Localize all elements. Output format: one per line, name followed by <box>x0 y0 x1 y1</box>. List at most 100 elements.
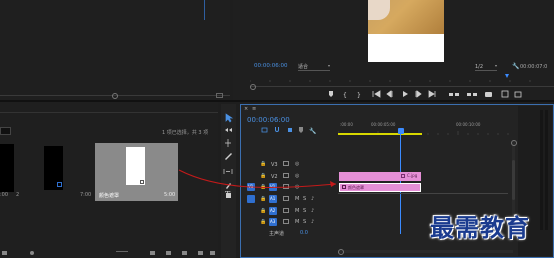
ruler-label-10: 00:00:10:00 <box>456 122 481 127</box>
sync-icon[interactable] <box>283 196 289 201</box>
chevron-down-icon: ▾ <box>494 63 497 68</box>
timeline-tool-icons: 🔧 <box>261 127 316 134</box>
fit-dropdown[interactable]: 适合 ▾ <box>298 63 330 71</box>
sync-icon[interactable] <box>283 219 289 224</box>
track-label-a3-text: A3 <box>270 219 276 224</box>
program-end-timecode: 00:00:07:0 <box>520 64 548 70</box>
thumb-3-badge-icon <box>140 180 144 184</box>
solo-button[interactable]: S <box>303 219 306 225</box>
zoom-dropdown[interactable]: 1/2 ▾ <box>475 63 497 71</box>
project-search-input[interactable] <box>0 127 11 135</box>
watermark: 最需教育 <box>430 213 530 242</box>
button-editor-icon <box>501 90 509 98</box>
transport-controls: { } <box>325 90 525 98</box>
sync-icon[interactable] <box>283 208 289 213</box>
master-value[interactable]: 0.0 <box>300 230 308 236</box>
clip-v1-label: 颜色遮罩 <box>348 185 364 190</box>
solo-button[interactable]: S <box>303 196 306 202</box>
lock-icon[interactable]: 🔒 <box>260 219 266 225</box>
project-thumb-1[interactable] <box>0 144 14 192</box>
razor-icon <box>225 153 232 160</box>
fit-label: 适合 <box>298 64 309 70</box>
drag-arrow-path <box>178 169 337 188</box>
clip-v1[interactable]: 颜色遮罩 <box>339 183 421 192</box>
mic-icon[interactable]: ♪ <box>311 208 314 214</box>
step-back-icon <box>386 90 393 98</box>
lock-icon[interactable]: 🔒 <box>260 208 266 214</box>
source-monitor-scrub-handle[interactable] <box>112 93 118 99</box>
step-forward-icon <box>415 90 422 98</box>
timeline-horizontal-scrollbar[interactable] <box>338 250 513 253</box>
audio-meter-left <box>540 110 543 230</box>
thumb-1-number: 2 <box>16 192 20 198</box>
program-ruler[interactable] <box>250 74 554 82</box>
mic-icon[interactable]: ♪ <box>311 219 314 225</box>
timeline-vscroll-handle-top[interactable] <box>511 140 517 146</box>
thumb-2-badge-icon <box>57 182 62 187</box>
chevron-down-icon: ▾ <box>327 63 330 68</box>
ruler-label-5: 00:00:05:00 <box>371 122 396 127</box>
camera-icon <box>485 92 492 97</box>
track-row-master: 主声道 0.0 <box>245 228 337 238</box>
export-frame-icon <box>514 91 522 98</box>
zoom-label: 1/2 <box>475 64 484 70</box>
playhead-handle[interactable] <box>398 128 404 134</box>
timeline-hscroll-handle[interactable] <box>338 249 344 255</box>
clip-v2-label: C.jpg <box>407 173 418 178</box>
add-marker-icon <box>299 127 303 133</box>
timeline-vscroll-thumb[interactable] <box>512 160 515 200</box>
program-scroll-line[interactable] <box>250 86 554 87</box>
thumb-3-duration: 5:00 <box>164 192 176 198</box>
nest-icon <box>261 127 268 133</box>
transport-icons: { } <box>329 90 522 98</box>
extract-icon <box>467 93 477 96</box>
mark-out-icon: } <box>357 92 361 98</box>
mic-icon[interactable]: ♪ <box>311 196 314 202</box>
new-item-button[interactable] <box>182 249 189 257</box>
settings-wrench-icon: 🔧 <box>309 127 316 134</box>
project-panel-tab-line <box>0 112 218 113</box>
project-thumb-3[interactable]: 颜色遮罩 5:00 <box>95 143 178 201</box>
track-row-a3: 🔒 A3 M S ♪ <box>245 218 337 228</box>
play-button[interactable] <box>401 90 410 98</box>
track-lane-divider <box>338 193 508 194</box>
mark-in-button[interactable] <box>341 90 349 98</box>
timeline-timecode[interactable]: 00:00:06:00 <box>247 116 290 124</box>
ruler-label-0: :00:00 <box>340 122 353 127</box>
source-patch-a1[interactable] <box>247 195 255 203</box>
snap-icon <box>275 127 279 132</box>
mute-button[interactable]: M <box>295 208 299 214</box>
work-area-bar[interactable] <box>338 133 422 135</box>
program-timecode[interactable]: 00:00:06:00 <box>254 63 288 69</box>
timeline-tool-row: 🔧 <box>260 126 320 134</box>
master-label: 主声道 <box>269 231 285 237</box>
ripple-edit-icon <box>225 139 231 147</box>
go-to-out-icon <box>428 90 436 98</box>
wrench-icon[interactable]: 🔧 <box>512 63 519 70</box>
track-select-icon <box>225 128 232 132</box>
source-monitor-settings-icon[interactable] <box>216 93 223 98</box>
program-scroll-handle-left[interactable] <box>250 84 256 90</box>
program-ruler-ticks <box>250 74 531 82</box>
lock-icon[interactable]: 🔒 <box>260 196 266 202</box>
program-video-frame <box>368 0 444 62</box>
source-monitor-panel <box>0 0 230 100</box>
mute-button[interactable]: M <box>295 196 299 202</box>
track-row-a1: 🔒 A1 M S ♪ <box>245 195 337 205</box>
solo-button[interactable]: S <box>303 208 306 214</box>
clip-v2[interactable]: C.jpg <box>339 172 421 181</box>
track-label-a2-text: A2 <box>270 208 276 213</box>
timeline-close-icon[interactable]: × <box>244 106 248 112</box>
track-label-a1-text: A1 <box>270 196 276 201</box>
mute-button[interactable]: M <box>295 219 299 225</box>
track-row-a2: 🔒 A2 M S ♪ <box>245 207 337 217</box>
selection-tool[interactable] <box>223 112 234 122</box>
thumb-1-duration: :00 <box>0 192 9 198</box>
timeline-menu-icon[interactable]: ≡ <box>252 106 256 112</box>
selection-info: 1 项已选择，共 3 项 <box>162 130 209 136</box>
thumb-2-duration: 7:00 <box>80 192 92 198</box>
project-thumb-2[interactable] <box>44 144 90 192</box>
drag-arrow <box>178 160 343 195</box>
lift-icon <box>449 93 459 96</box>
delete-button[interactable] <box>209 249 216 257</box>
